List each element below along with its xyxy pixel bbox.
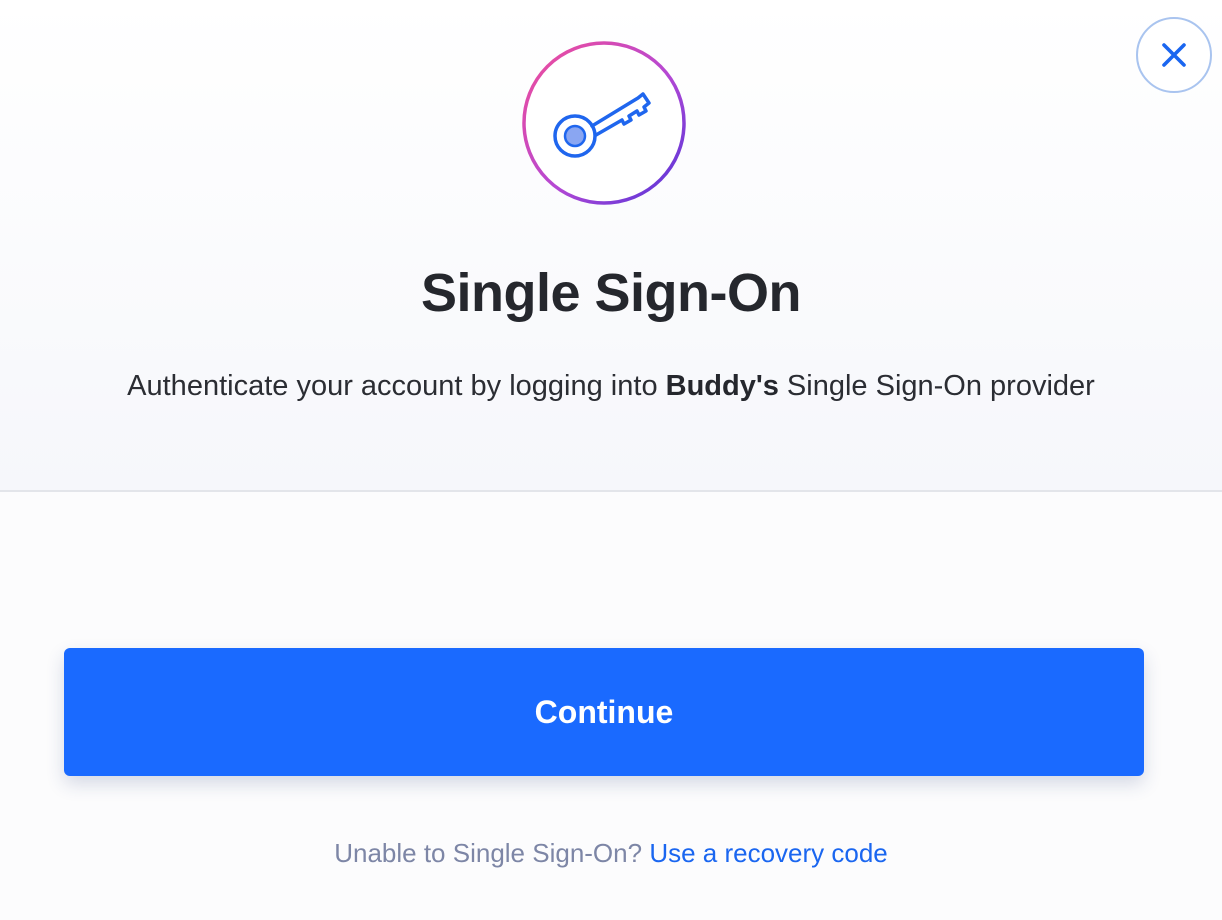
dialog-title: Single Sign-On — [421, 263, 802, 323]
dialog-header: Single Sign-On Authenticate your account… — [0, 0, 1222, 492]
key-icon — [521, 40, 687, 206]
recovery-footer: Unable to Single Sign-On? Use a recovery… — [0, 838, 1222, 869]
close-button[interactable] — [1136, 17, 1212, 93]
dialog-description: Authenticate your account by logging int… — [0, 370, 1222, 403]
continue-button[interactable]: Continue — [64, 648, 1144, 776]
description-text-before: Authenticate your account by logging int… — [127, 370, 666, 402]
close-icon — [1161, 42, 1187, 68]
sso-dialog: Single Sign-On Authenticate your account… — [0, 0, 1222, 920]
org-name: Buddy's — [665, 370, 779, 402]
description-text-after: Single Sign-On provider — [778, 370, 1095, 402]
recovery-code-link[interactable]: Use a recovery code — [649, 838, 887, 868]
recovery-prompt: Unable to Single Sign-On? — [334, 838, 650, 868]
